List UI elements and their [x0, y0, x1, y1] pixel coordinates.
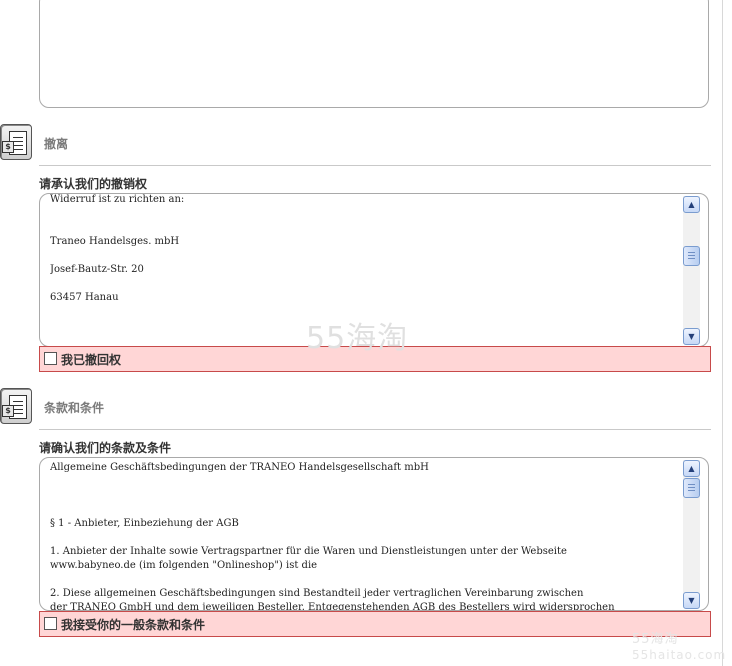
withdrawal-checkbox[interactable]	[44, 352, 57, 365]
terms-checkbox[interactable]	[44, 617, 57, 630]
watermark-corner: 55海淘	[632, 632, 679, 647]
scroll-down-icon[interactable]: ▼	[683, 328, 700, 345]
section-divider	[39, 429, 711, 430]
scroll-down-icon[interactable]: ▼	[683, 592, 700, 609]
withdrawal-label: 请承认我们的撤销权	[39, 177, 148, 191]
scroll-thumb[interactable]	[683, 246, 700, 266]
terms-textarea[interactable]: Allgemeine Geschäftsbedingungen der TRAN…	[39, 457, 709, 611]
terms-checkbox-row[interactable]: 我接受你的一般条款和条件	[39, 611, 711, 637]
withdrawal-section-title: 撤离	[44, 137, 69, 151]
section-divider	[39, 165, 711, 166]
scroll-up-icon[interactable]: ▲	[683, 196, 700, 213]
terms-label: 请确认我们的条款及条件	[39, 441, 172, 455]
withdrawal-checkbox-label: 我已撤回权	[61, 353, 122, 367]
scroll-up-icon[interactable]: ▲	[683, 460, 700, 477]
terms-scrollbar[interactable]: ▲ ▼	[683, 460, 700, 609]
terms-section-title: 条款和条件	[44, 401, 105, 415]
scroll-thumb[interactable]	[683, 478, 700, 498]
watermark-url: 55haitao.com	[632, 648, 727, 662]
document-with-dollar-icon: $	[0, 388, 32, 424]
watermark-logo: 55海淘	[306, 321, 409, 356]
page-scrollbar-edge	[722, 0, 732, 666]
document-with-dollar-icon: $	[0, 124, 32, 160]
previous-textarea[interactable]	[39, 0, 709, 108]
terms-text: Allgemeine Geschäftsbedingungen der TRAN…	[50, 462, 615, 610]
terms-checkbox-label: 我接受你的一般条款和条件	[61, 618, 206, 632]
withdrawal-scrollbar[interactable]: ▲ ▼	[683, 196, 700, 345]
